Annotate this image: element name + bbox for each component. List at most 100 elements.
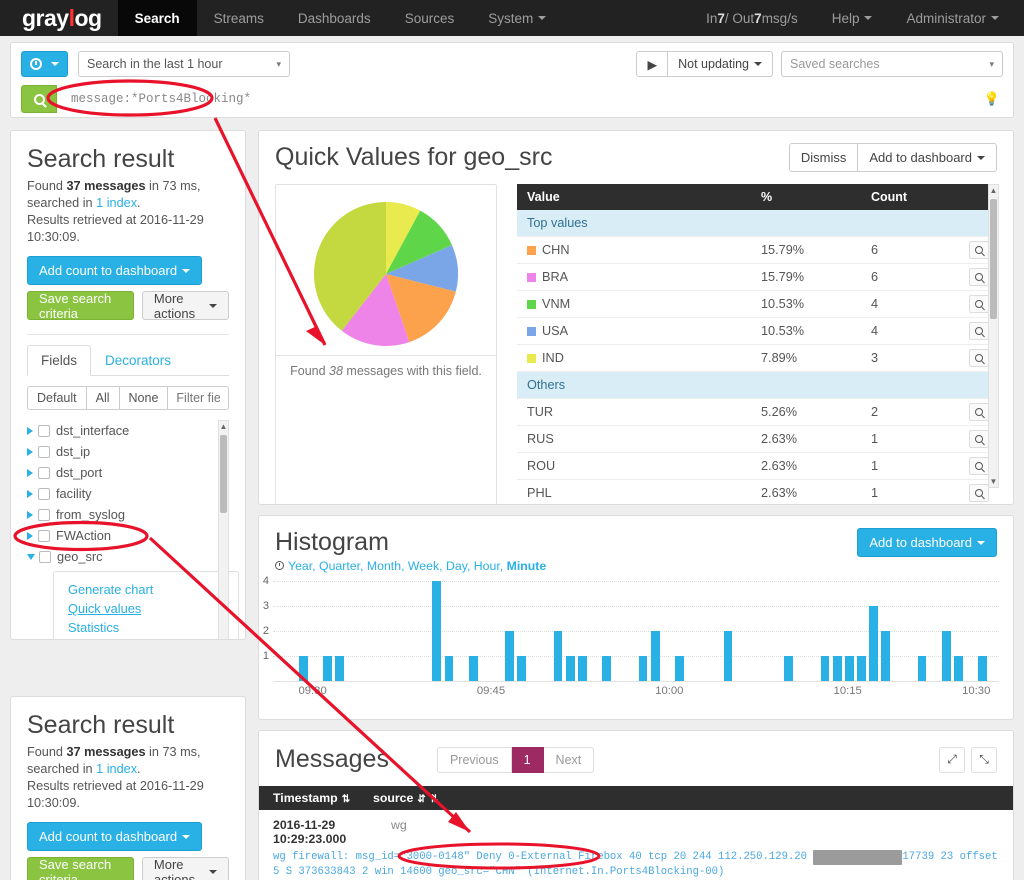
histogram-bar[interactable] [335, 656, 345, 681]
pie-chart[interactable] [306, 194, 466, 354]
table-row[interactable]: USA 10.53% 4 [517, 317, 997, 345]
index-link[interactable]: 1 index [96, 762, 137, 776]
resolution-quarter[interactable]: Quarter [319, 559, 360, 573]
table-row[interactable]: 2016-11-29 10:29:23.000 wg [259, 810, 1013, 846]
histogram-bar[interactable] [942, 631, 951, 681]
table-row[interactable]: ROU 2.63% 1 [517, 452, 997, 480]
search-query-input[interactable] [57, 85, 981, 113]
tab-fields[interactable]: Fields [27, 345, 92, 376]
saved-searches-select[interactable]: Saved searches ▾ [781, 51, 1003, 77]
sort-icon[interactable]: ⇅ [342, 794, 350, 805]
timerange-type-button[interactable] [21, 51, 68, 77]
histogram-bar[interactable] [723, 631, 733, 681]
histogram-bar[interactable] [832, 656, 842, 681]
graylog-logo[interactable]: gray l og [0, 0, 118, 36]
filter-none-button[interactable]: None [119, 386, 169, 410]
table-row[interactable]: BRA 15.79% 6 [517, 263, 997, 291]
nav-item-streams[interactable]: Streams [197, 0, 281, 36]
field-checkbox[interactable] [38, 466, 50, 479]
histogram-bar[interactable] [638, 656, 648, 681]
field-row-geo_src[interactable]: geo_src [27, 546, 232, 567]
table-row[interactable]: IND 7.89% 3 [517, 344, 997, 372]
sort-desc-icon[interactable]: ⇅ [430, 794, 438, 805]
chevron-right-icon[interactable] [27, 531, 33, 540]
scroll-down-arrow[interactable]: ▼ [989, 477, 998, 486]
scroll-up-arrow[interactable]: ▲ [989, 186, 998, 195]
magnifier-icon[interactable] [969, 295, 989, 313]
column-header-source[interactable]: source ⇵ ⇅ [373, 791, 438, 805]
expand-icon[interactable]: ⤢ [939, 746, 965, 773]
chevron-down-icon[interactable] [27, 553, 35, 560]
save-search-criteria-button-secondary[interactable]: Save search criteria [27, 857, 134, 880]
scrollbar-thumb[interactable] [990, 199, 997, 319]
resolution-hour[interactable]: Hour [474, 559, 500, 573]
table-row[interactable]: VNM 10.53% 4 [517, 290, 997, 318]
field-row-dst_interface[interactable]: dst_interface [27, 420, 232, 441]
collapse-icon[interactable]: ⤡ [971, 746, 997, 773]
histogram-bar[interactable] [675, 656, 684, 681]
magnifier-icon[interactable] [969, 268, 989, 286]
action-generate-chart[interactable]: Generate chart [68, 580, 238, 599]
field-row-FWAction[interactable]: FWAction [27, 525, 232, 546]
table-row[interactable]: CHN 15.79% 6 [517, 236, 997, 264]
magnifier-icon[interactable] [969, 241, 989, 259]
chevron-right-icon[interactable] [27, 510, 33, 519]
chevron-right-icon[interactable] [27, 426, 33, 435]
histogram-bar[interactable] [517, 656, 527, 681]
resolution-minute[interactable]: Minute [507, 559, 547, 573]
resolution-year[interactable]: Year [288, 559, 312, 573]
nav-item-help[interactable]: Help [815, 0, 890, 36]
not-updating-button[interactable]: Not updating [668, 51, 773, 77]
search-submit-button[interactable] [21, 85, 57, 113]
filter-all-button[interactable]: All [86, 386, 120, 410]
column-header-timestamp[interactable]: Timestamp ⇅ [273, 791, 373, 805]
histogram-bar[interactable] [784, 656, 794, 681]
histogram-bar[interactable] [917, 656, 927, 681]
sort-asc-icon[interactable]: ⇵ [417, 794, 425, 805]
field-checkbox[interactable] [38, 487, 50, 500]
histogram-bar[interactable] [505, 631, 514, 681]
table-row[interactable]: TUR 5.26% 2 [517, 398, 997, 426]
table-row[interactable]: RUS 2.63% 1 [517, 425, 997, 453]
field-checkbox[interactable] [38, 424, 50, 437]
add-count-to-dashboard-button-secondary[interactable]: Add count to dashboard [27, 822, 203, 851]
histogram-bar[interactable] [468, 656, 478, 681]
action-statistics[interactable]: Statistics [68, 618, 238, 637]
magnifier-icon[interactable] [969, 430, 989, 448]
table-row[interactable]: PHL 2.63% 1 [517, 479, 997, 504]
histogram-bar[interactable] [432, 581, 442, 681]
quick-values-scrollbar[interactable]: ▲ ▼ [988, 184, 999, 488]
field-checkbox[interactable] [38, 508, 50, 521]
action-world-map[interactable]: World Map [68, 637, 238, 639]
magnifier-icon[interactable] [969, 322, 989, 340]
nav-item-system[interactable]: System [471, 0, 563, 36]
histogram-bar[interactable] [565, 656, 575, 681]
page-1-button[interactable]: 1 [511, 746, 544, 773]
scrollbar-thumb[interactable] [220, 435, 227, 513]
histogram-bar[interactable] [298, 656, 308, 681]
histogram-bar[interactable] [978, 656, 988, 681]
filter-fields-input[interactable] [168, 386, 229, 410]
histogram-bar[interactable] [602, 656, 612, 681]
field-row-dst_ip[interactable]: dst_ip [27, 441, 232, 462]
histogram-bar[interactable] [869, 606, 878, 681]
chevron-right-icon[interactable] [27, 489, 33, 498]
histogram-bar[interactable] [650, 631, 660, 681]
field-checkbox[interactable] [38, 529, 50, 542]
add-to-dashboard-button[interactable]: Add to dashboard [858, 143, 997, 172]
play-button[interactable]: ▶ [636, 51, 669, 77]
magnifier-icon[interactable] [969, 457, 989, 475]
more-actions-button-secondary[interactable]: More actions [141, 857, 229, 880]
magnifier-icon[interactable] [969, 349, 989, 367]
histogram-bar[interactable] [444, 656, 454, 681]
resolution-day[interactable]: Day [446, 559, 467, 573]
timerange-select[interactable]: Search in the last 1 hour ▾ [78, 51, 290, 77]
histogram-bar[interactable] [954, 656, 963, 681]
histogram-bar[interactable] [578, 656, 587, 681]
field-row-from_syslog[interactable]: from_syslog [27, 504, 232, 525]
nav-item-dashboards[interactable]: Dashboards [281, 0, 388, 36]
nav-item-user[interactable]: Administrator [889, 0, 1016, 36]
magnifier-icon[interactable] [969, 484, 989, 502]
action-quick-values[interactable]: Quick values [68, 599, 238, 618]
histogram-bar[interactable] [857, 656, 866, 681]
